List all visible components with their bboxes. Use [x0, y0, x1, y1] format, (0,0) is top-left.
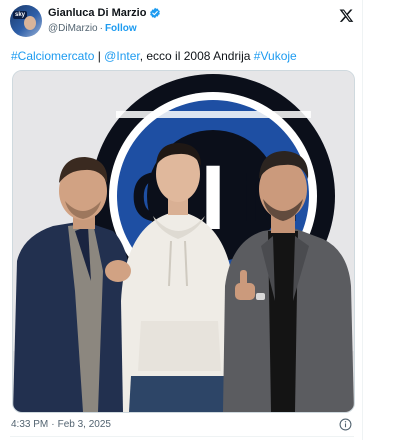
- tweet-plain-text: , ecco il 2008 Andrija: [139, 49, 254, 63]
- hashtag-calciomercato[interactable]: #Calciomercato: [11, 49, 94, 63]
- card-divider: [10, 436, 354, 437]
- tweet-text: #Calciomercato | @Inter, ecco il 2008 An…: [11, 48, 356, 64]
- hashtag-vukoje[interactable]: #Vukoje: [254, 49, 297, 63]
- tweet-photo[interactable]: I C M: [12, 70, 355, 413]
- tweet-date: Feb 3, 2025: [57, 419, 111, 430]
- photo-illustration: I C M: [13, 71, 354, 412]
- mention-inter[interactable]: @Inter: [104, 49, 140, 63]
- tweet-time: 4:33 PM: [11, 419, 49, 430]
- verified-badge-icon: [150, 7, 161, 19]
- info-icon[interactable]: [339, 418, 352, 431]
- author-handle-row: @DiMarzio · Follow: [48, 23, 137, 34]
- avatar-face: [24, 16, 36, 30]
- dot-separator-footer: ·: [51, 419, 55, 430]
- author-display-name[interactable]: Gianluca Di Marzio: [48, 7, 146, 19]
- tweet-timestamp[interactable]: 4:33 PM · Feb 3, 2025: [11, 419, 111, 430]
- tweet-header: sky Gianluca Di Marzio @DiMarzio · Follow: [10, 5, 358, 39]
- author-handle[interactable]: @DiMarzio: [48, 23, 98, 34]
- handshake-hands: [105, 260, 131, 282]
- x-logo-icon[interactable]: [339, 8, 354, 23]
- author-name-row: Gianluca Di Marzio: [48, 7, 161, 19]
- follow-button[interactable]: Follow: [105, 23, 137, 34]
- text-separator: |: [94, 49, 105, 63]
- dot-separator: ·: [99, 23, 103, 34]
- avatar[interactable]: sky: [10, 5, 42, 37]
- tweet-card: sky Gianluca Di Marzio @DiMarzio · Follow …: [0, 0, 363, 440]
